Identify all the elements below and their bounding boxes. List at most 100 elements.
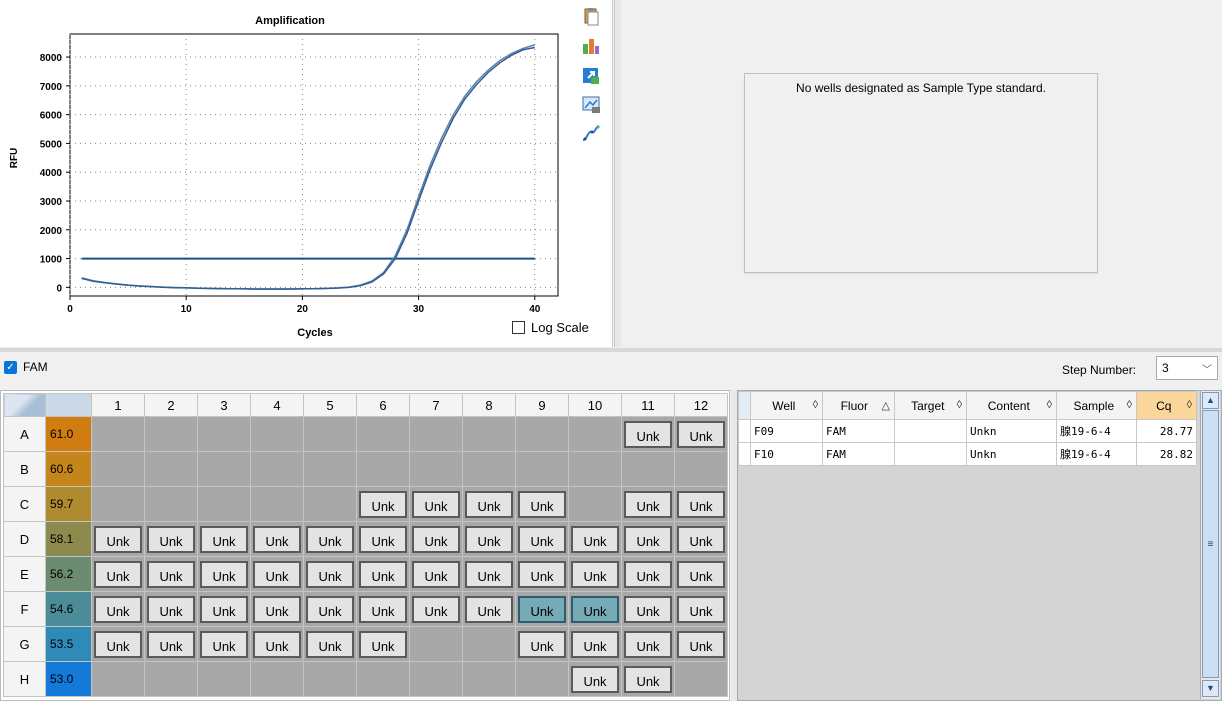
plate-well[interactable]: Unk: [621, 591, 675, 627]
plate-well[interactable]: Unk: [356, 591, 410, 627]
plate-well[interactable]: Unk: [515, 556, 569, 592]
plate-well[interactable]: [409, 451, 463, 487]
plate-well[interactable]: Unk: [568, 661, 622, 697]
plate-well[interactable]: [462, 661, 516, 697]
plate-well[interactable]: Unk: [197, 556, 251, 592]
plate-well[interactable]: Unk: [515, 626, 569, 662]
plate-well[interactable]: Unk: [197, 626, 251, 662]
plate-well[interactable]: Unk: [303, 626, 357, 662]
plate-well[interactable]: [568, 486, 622, 522]
plate-well[interactable]: Unk: [91, 521, 145, 557]
plate-well[interactable]: Unk: [250, 521, 304, 557]
plate-well[interactable]: Unk: [144, 626, 198, 662]
log-scale-toggle[interactable]: Log Scale: [512, 320, 589, 335]
plate-well[interactable]: [568, 416, 622, 452]
plate-well[interactable]: Unk: [91, 626, 145, 662]
plate-well[interactable]: Unk: [515, 591, 569, 627]
plate-well[interactable]: [462, 416, 516, 452]
plate-column-header[interactable]: 6: [356, 393, 410, 417]
scroll-down-button[interactable]: ▼: [1202, 680, 1219, 697]
results-scrollbar[interactable]: ▲ ≡ ▼: [1200, 391, 1220, 699]
plate-well[interactable]: Unk: [356, 486, 410, 522]
plate-well[interactable]: Unk: [462, 486, 516, 522]
plate-well[interactable]: Unk: [197, 591, 251, 627]
sort-icon[interactable]: ◊: [1187, 399, 1192, 411]
plate-well[interactable]: [674, 661, 728, 697]
plate-row-header[interactable]: H: [3, 661, 46, 697]
plate-well[interactable]: Unk: [197, 521, 251, 557]
plate-well[interactable]: Unk: [356, 556, 410, 592]
plate-well[interactable]: [303, 451, 357, 487]
plate-row-header[interactable]: E: [3, 556, 46, 592]
plate-column-header[interactable]: 11: [621, 393, 675, 417]
plate-well[interactable]: Unk: [568, 556, 622, 592]
results-row-gutter-header[interactable]: [738, 391, 751, 420]
plate-well[interactable]: Unk: [515, 486, 569, 522]
plate-column-header[interactable]: 12: [674, 393, 728, 417]
plate-well[interactable]: [197, 451, 251, 487]
plate-well[interactable]: Unk: [621, 486, 675, 522]
plate-well[interactable]: [250, 451, 304, 487]
plate-well[interactable]: Unk: [250, 626, 304, 662]
plate-well[interactable]: [356, 416, 410, 452]
plate-well[interactable]: [250, 416, 304, 452]
plate-well[interactable]: Unk: [409, 591, 463, 627]
scrollbar-thumb[interactable]: ≡: [1202, 410, 1219, 678]
plate-well[interactable]: [356, 661, 410, 697]
plate-well[interactable]: Unk: [144, 591, 198, 627]
scroll-up-button[interactable]: ▲: [1202, 392, 1219, 409]
results-row[interactable]: F10 FAM Unkn 腺19-6-4 28.82: [738, 442, 1197, 466]
plate-well[interactable]: Unk: [250, 556, 304, 592]
sort-icon[interactable]: ◊: [813, 399, 818, 411]
plate-well[interactable]: Unk: [674, 556, 728, 592]
plate-well[interactable]: Unk: [621, 521, 675, 557]
plate-well[interactable]: [91, 661, 145, 697]
plate-well[interactable]: Unk: [303, 556, 357, 592]
plate-row-header[interactable]: G: [3, 626, 46, 662]
plate-well[interactable]: Unk: [621, 416, 675, 452]
plate-well[interactable]: Unk: [91, 591, 145, 627]
results-header-sample[interactable]: Sample ◊: [1056, 391, 1137, 420]
plate-row-header[interactable]: F: [3, 591, 46, 627]
sort-icon[interactable]: ◊: [1047, 399, 1052, 411]
plate-well[interactable]: [197, 486, 251, 522]
plate-column-header[interactable]: 10: [568, 393, 622, 417]
plate-column-header[interactable]: 4: [250, 393, 304, 417]
plate-well[interactable]: [197, 416, 251, 452]
plate-well[interactable]: Unk: [409, 521, 463, 557]
plate-column-header[interactable]: 1: [91, 393, 145, 417]
plate-column-header[interactable]: 3: [197, 393, 251, 417]
print-image-icon[interactable]: [580, 93, 602, 115]
plate-well[interactable]: Unk: [674, 591, 728, 627]
plate-well[interactable]: Unk: [674, 416, 728, 452]
plate-well[interactable]: [250, 661, 304, 697]
plate-well[interactable]: [409, 626, 463, 662]
plate-well[interactable]: Unk: [91, 556, 145, 592]
plate-well[interactable]: [303, 486, 357, 522]
copy-icon[interactable]: [580, 6, 602, 28]
results-header-target[interactable]: Target ◊: [894, 391, 967, 420]
plate-well[interactable]: Unk: [621, 626, 675, 662]
plate-well[interactable]: Unk: [356, 626, 410, 662]
plate-well[interactable]: Unk: [462, 521, 516, 557]
plate-well[interactable]: Unk: [674, 486, 728, 522]
plate-well[interactable]: [356, 451, 410, 487]
fam-toggle[interactable]: ✓ FAM: [4, 360, 48, 374]
plate-well[interactable]: Unk: [303, 521, 357, 557]
results-header-well[interactable]: Well ◊: [750, 391, 823, 420]
plate-well[interactable]: Unk: [568, 521, 622, 557]
plate-column-header[interactable]: 2: [144, 393, 198, 417]
fam-checkbox[interactable]: ✓: [4, 360, 17, 374]
plate-well[interactable]: Unk: [303, 591, 357, 627]
plate-column-header[interactable]: 5: [303, 393, 357, 417]
step-number-select[interactable]: 3 ﹀: [1156, 356, 1218, 380]
plate-well[interactable]: Unk: [250, 591, 304, 627]
plate-well[interactable]: [462, 451, 516, 487]
plate-well[interactable]: [91, 451, 145, 487]
plate-well[interactable]: [621, 451, 675, 487]
plate-column-header[interactable]: 9: [515, 393, 569, 417]
results-header-cq[interactable]: Cq ◊: [1136, 391, 1197, 420]
plate-well[interactable]: [91, 486, 145, 522]
plate-well[interactable]: [144, 661, 198, 697]
sort-icon[interactable]: ◊: [957, 399, 962, 411]
